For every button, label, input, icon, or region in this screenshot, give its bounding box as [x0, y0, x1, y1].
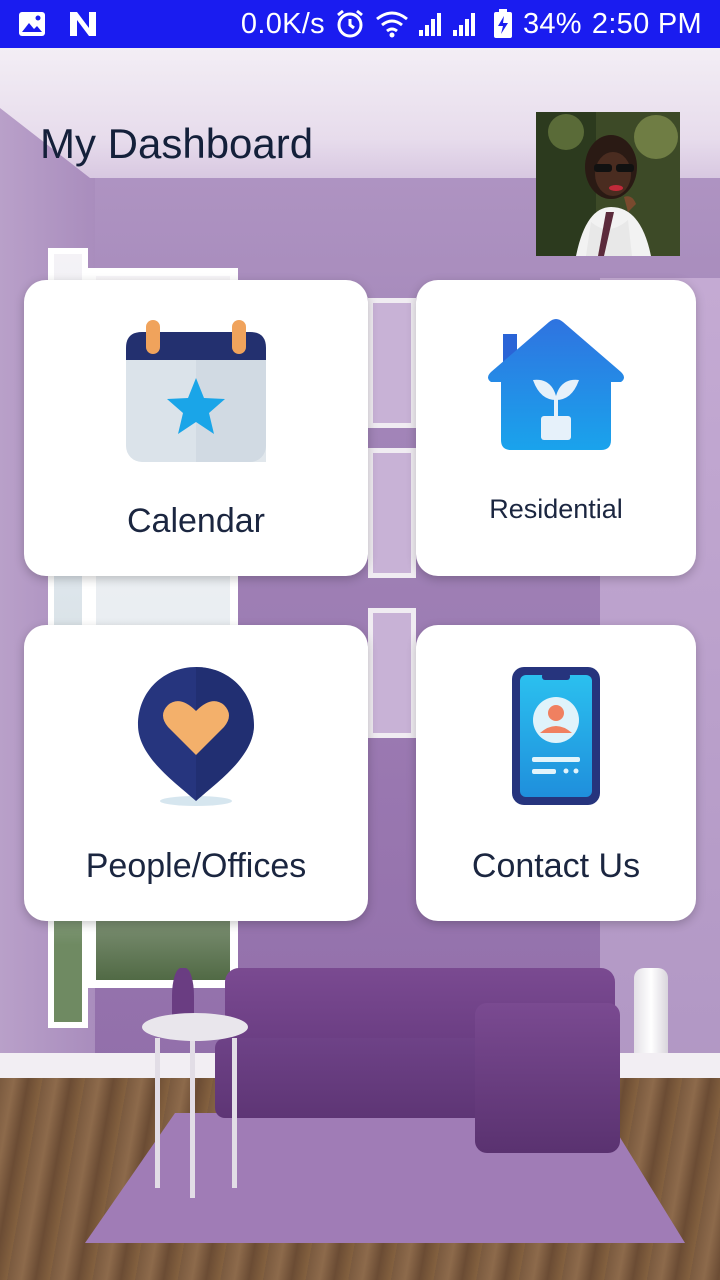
house-plant-icon	[485, 318, 627, 457]
contact-us-label: Contact Us	[471, 847, 641, 885]
phone-contact-icon	[510, 665, 602, 812]
location-heart-icon	[136, 665, 256, 812]
people-offices-label: People/Offices	[85, 847, 307, 885]
calendar-card[interactable]: Calendar	[24, 280, 368, 576]
network-speed: 0.0K/s	[240, 7, 325, 40]
image-notification-icon	[18, 11, 46, 37]
status-bar: 0.0K/s 34% 2:50 PM	[0, 0, 720, 48]
battery-charging-icon	[493, 9, 513, 39]
sofa-chaise	[475, 1003, 620, 1153]
wall-panels	[368, 298, 416, 838]
avatar[interactable]	[536, 112, 680, 256]
wifi-icon	[375, 10, 409, 38]
residential-card[interactable]: Residential	[416, 280, 696, 576]
avatar-photo	[536, 112, 680, 256]
wall-panel	[368, 298, 416, 428]
battery-percent: 34%	[522, 7, 582, 40]
calendar-label: Calendar	[127, 502, 265, 540]
table-leg	[232, 1038, 237, 1188]
clock-time: 2:50 PM	[591, 7, 702, 40]
wall-panel	[368, 448, 416, 578]
residential-label: Residential	[489, 494, 623, 524]
people-offices-card[interactable]: People/Offices	[24, 625, 368, 921]
wall-panel	[368, 608, 416, 738]
n-notification-icon	[68, 10, 98, 38]
table-leg	[190, 1038, 195, 1198]
page-title: My Dashboard	[40, 120, 314, 167]
contact-us-card[interactable]: Contact Us	[416, 625, 696, 921]
alarm-icon	[335, 9, 365, 39]
calendar-star-icon	[125, 320, 267, 469]
table-leg	[155, 1038, 160, 1188]
side-table	[142, 1013, 248, 1041]
signal-icon	[418, 10, 483, 38]
